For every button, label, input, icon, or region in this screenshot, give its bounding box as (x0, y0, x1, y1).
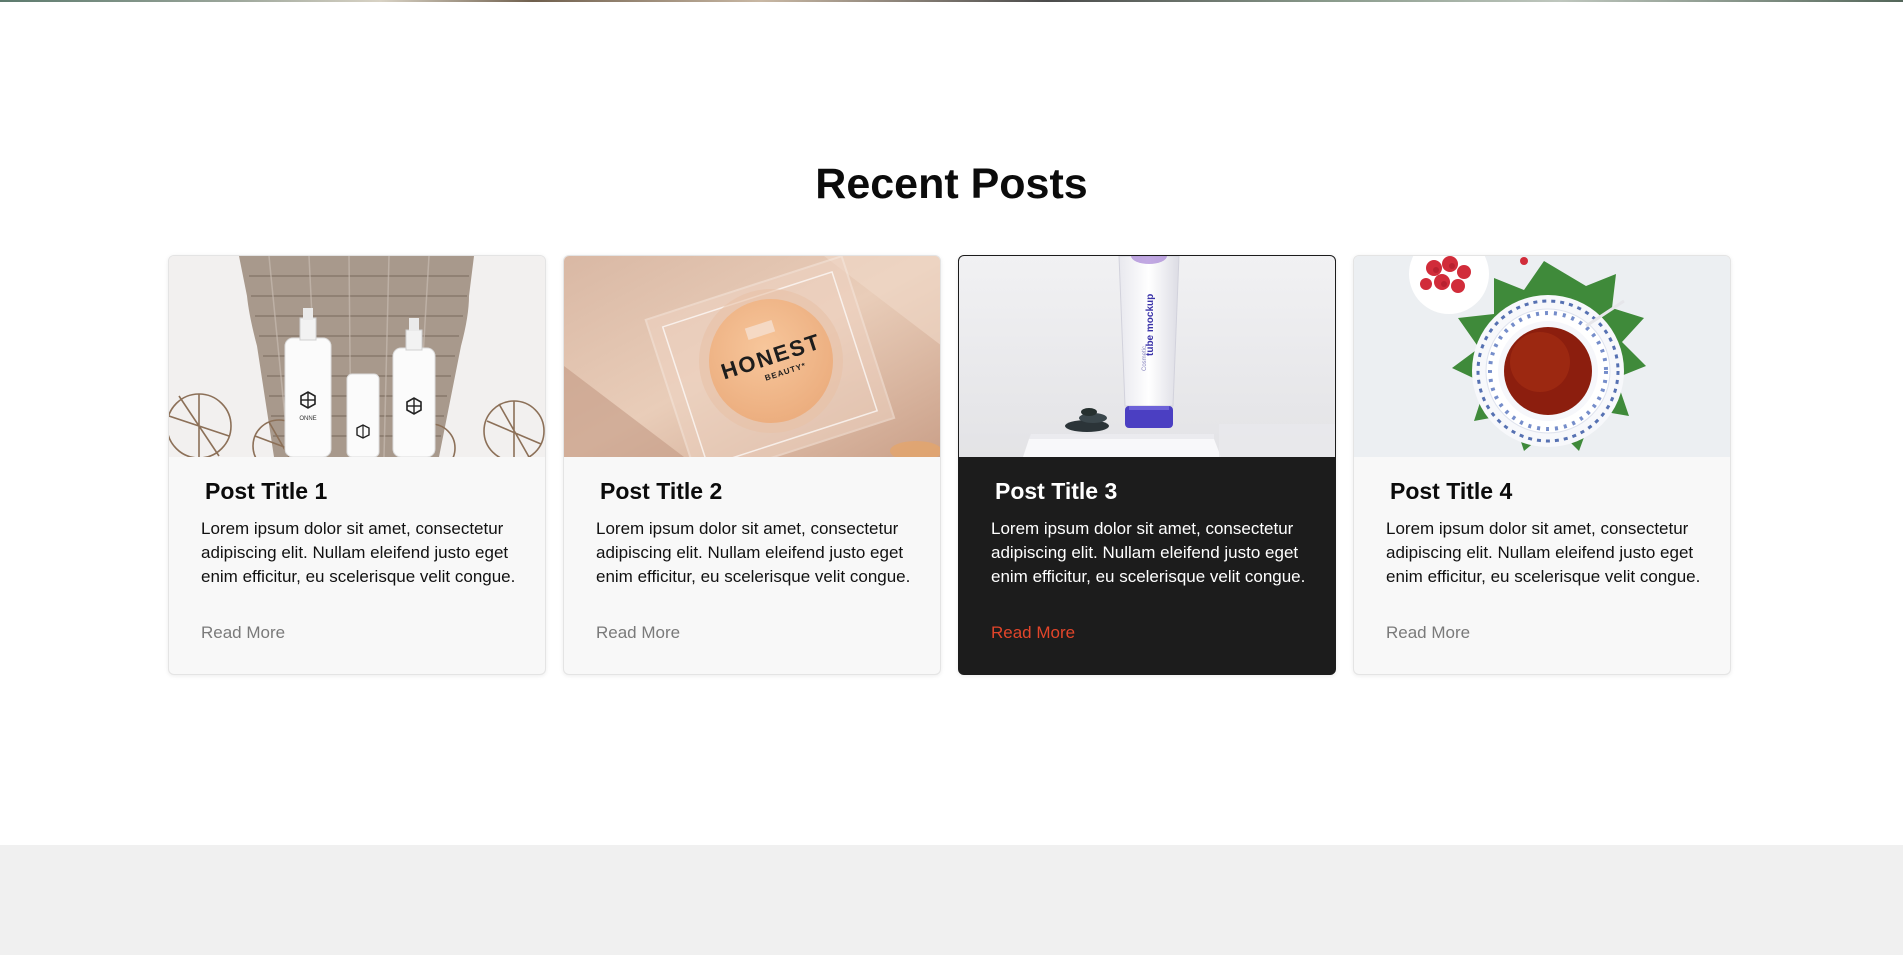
post-title[interactable]: Post Title 4 (1354, 457, 1730, 505)
post-thumbnail[interactable]: tube mockup Cosmetic (959, 256, 1335, 457)
post-excerpt: Lorem ipsum dolor sit amet, consectetur … (201, 519, 516, 586)
post-excerpt: Lorem ipsum dolor sit amet, consectetur … (991, 519, 1306, 586)
basket-bottles-image: ONNE (169, 256, 545, 457)
read-more-link[interactable]: Read More (201, 622, 285, 644)
read-more-link[interactable]: Read More (1386, 622, 1470, 644)
post-excerpt: Lorem ipsum dolor sit amet, consectetur … (596, 519, 911, 586)
post-title[interactable]: Post Title 2 (564, 457, 940, 505)
section-title: Recent Posts (815, 160, 1088, 208)
post-card-3[interactable]: tube mockup Cosmetic Post Title 3 Lorem … (958, 255, 1336, 675)
post-thumbnail[interactable] (1354, 256, 1730, 457)
footer (0, 845, 1903, 955)
post-thumbnail[interactable]: ONNE (169, 256, 545, 457)
tube-sub-label: Cosmetic (1142, 346, 1148, 371)
post-excerpt: Lorem ipsum dolor sit amet, consectetur … (1386, 519, 1701, 586)
tea-cup-image (1354, 256, 1730, 457)
post-title[interactable]: Post Title 3 (959, 457, 1335, 505)
posts-grid: ONNE Post Title 1 Lorem ipsum dolor sit … (168, 255, 1731, 675)
post-card-1[interactable]: ONNE Post Title 1 Lorem ipsum dolor sit … (168, 255, 546, 675)
post-card-2[interactable]: HONEST BEAUTY* Post Title 2 Lorem ipsum … (563, 255, 941, 675)
honest-beauty-image: HONEST BEAUTY* (564, 256, 940, 457)
post-card-4[interactable]: Post Title 4 Lorem ipsum dolor sit amet,… (1353, 255, 1731, 675)
read-more-link[interactable]: Read More (991, 622, 1075, 644)
post-thumbnail[interactable]: HONEST BEAUTY* (564, 256, 940, 457)
read-more-link[interactable]: Read More (596, 622, 680, 644)
recent-posts-section: Recent Posts ONNE Post Title 1 Lorem ips… (0, 0, 1903, 845)
post-title[interactable]: Post Title 1 (169, 457, 545, 505)
tube-mockup-image: tube mockup Cosmetic (959, 256, 1335, 457)
bottle-label: ONNE (299, 416, 316, 422)
